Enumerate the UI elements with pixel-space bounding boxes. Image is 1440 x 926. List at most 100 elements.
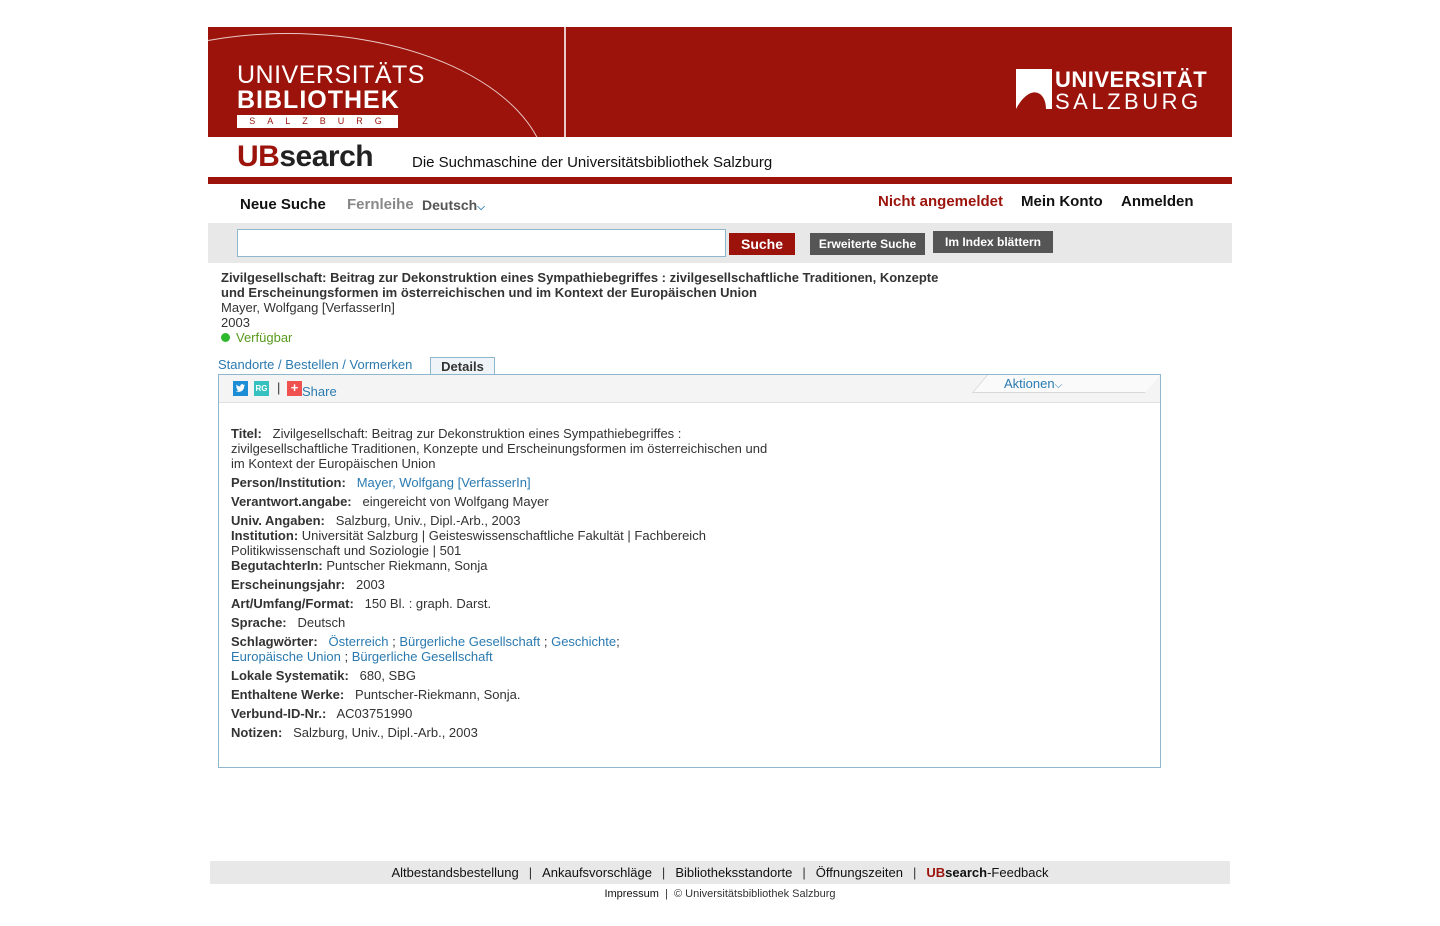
- language-value: Deutsch: [422, 197, 478, 213]
- feedback-mid: search: [945, 865, 988, 880]
- field-label: BegutachterIn:: [231, 558, 323, 573]
- field-value: Universität Salzburg | Geisteswissenscha…: [301, 528, 706, 543]
- footer-link[interactable]: Bibliotheksstandorte: [675, 865, 792, 880]
- field-value: Salzburg, Univ., Dipl.-Arb., 2003: [293, 725, 478, 740]
- share-toolbar: RG | + Share Aktionen⌵: [219, 375, 1160, 403]
- record-author: Mayer, Wolfgang [VerfasserIn]: [221, 300, 395, 315]
- field-language: Sprache: Deutsch: [231, 615, 791, 630]
- field-label: Verbund-ID-Nr.:: [231, 706, 327, 721]
- footer-separator: |: [664, 888, 668, 900]
- search-button[interactable]: Suche: [729, 233, 795, 255]
- record-year: 2003: [221, 315, 250, 330]
- university-logo-line2: SALZBURG: [1055, 89, 1202, 114]
- library-logo[interactable]: UNIVERSITÄTS BIBLIOTHEK SALZBURG: [237, 63, 425, 128]
- search-input[interactable]: [237, 229, 726, 257]
- field-reviewer: BegutachterIn: Puntscher Riekmann, Sonja: [231, 558, 791, 573]
- field-contained-works: Enthaltene Werke: Puntscher-Riekmann, So…: [231, 687, 791, 702]
- field-person: Person/Institution: Mayer, Wolfgang [Ver…: [231, 475, 791, 490]
- advanced-search-button[interactable]: Erweiterte Suche: [810, 233, 925, 255]
- subject-link[interactable]: Bürgerliche Gesellschaft: [399, 634, 540, 649]
- library-logo-line1: UNIVERSITÄTS: [237, 61, 425, 89]
- footer-separator: |: [661, 865, 666, 880]
- nav-interlibrary-loan[interactable]: Fernleihe: [347, 196, 414, 213]
- tagline: Die Suchmaschine der Universitätsbibliot…: [412, 154, 773, 171]
- subject-link[interactable]: Geschichte: [551, 634, 616, 649]
- login-status: Nicht angemeldet: [878, 193, 1004, 210]
- availability-dot-icon: [221, 333, 230, 342]
- subject-link[interactable]: Bürgerliche Gesellschaft: [352, 649, 493, 664]
- subject-link[interactable]: Europäische Union: [231, 649, 341, 664]
- person-link[interactable]: Mayer, Wolfgang [VerfasserIn]: [357, 475, 531, 490]
- field-value: Deutsch: [297, 615, 346, 630]
- copyright-line: Impressum | © Universitätsbibliothek Sal…: [0, 888, 1440, 900]
- field-value: eingereicht von Wolfgang Mayer: [362, 494, 549, 509]
- footer-separator: |: [802, 865, 806, 880]
- copyright-text: © Universitätsbibliothek Salzburg: [673, 888, 836, 900]
- library-logo-line2: BIBLIOTHEK: [237, 86, 400, 114]
- record-tabs: Standorte / Bestellen / Vormerken Detail…: [218, 357, 518, 375]
- top-nav: Neue Suche Fernleihe Deutsch⌵ Nicht ange…: [208, 184, 1232, 223]
- field-verbund-id: Verbund-ID-Nr.: AC03751990: [231, 706, 791, 721]
- tab-locations[interactable]: Standorte / Bestellen / Vormerken: [218, 357, 412, 372]
- actions-tab-bg: [971, 375, 1160, 393]
- footer-link[interactable]: Öffnungszeiten: [816, 865, 903, 880]
- field-value: Politikwissenschaft und Soziologie | 501: [231, 543, 462, 558]
- feedback-link[interactable]: UBsearch-Feedback: [926, 865, 1048, 880]
- nav-my-account[interactable]: Mein Konto: [1021, 193, 1103, 210]
- availability-label: Verfügbar: [236, 330, 293, 345]
- field-notes: Notizen: Salzburg, Univ., Dipl.-Arb., 20…: [231, 725, 791, 740]
- researchgate-icon[interactable]: RG: [254, 381, 269, 396]
- field-label: Univ. Angaben:: [231, 513, 325, 528]
- details-panel: RG | + Share Aktionen⌵ Titel: Zivilgesel…: [218, 374, 1161, 768]
- field-responsibility: Verantwort.angabe: eingereicht von Wolfg…: [231, 494, 791, 509]
- library-logo-line3: SALZBURG: [237, 115, 398, 128]
- nav-login[interactable]: Anmelden: [1121, 193, 1194, 210]
- twitter-icon[interactable]: [233, 381, 248, 396]
- field-year: Erscheinungsjahr: 2003: [231, 577, 791, 592]
- field-value: zivilgesellschaftliche Traditionen, Konz…: [231, 441, 768, 456]
- field-subjects: Schlagwörter: Österreich ; Bürgerliche G…: [231, 634, 620, 664]
- feedback-suffix: -Feedback: [987, 865, 1049, 880]
- feedback-prefix: UB: [926, 865, 946, 880]
- field-value: 150 Bl. : graph. Darst.: [364, 596, 492, 611]
- field-value: Zivilgesellschaft: Beitrag zur Dekonstru…: [272, 426, 682, 441]
- field-university: Univ. Angaben: Salzburg, Univ., Dipl.-Ar…: [231, 513, 791, 528]
- subject-link[interactable]: Österreich: [329, 634, 389, 649]
- nav-new-search[interactable]: Neue Suche: [240, 196, 326, 213]
- chevron-down-icon: ⌵: [477, 202, 485, 213]
- language-select[interactable]: Deutsch⌵: [422, 197, 485, 213]
- field-label: Erscheinungsjahr:: [231, 577, 346, 592]
- record-title-line2: und Erscheinungsformen im österreichisch…: [221, 285, 757, 300]
- field-title: Titel: Zivilgesellschaft: Beitrag zur De…: [231, 426, 791, 471]
- imprint-link[interactable]: Impressum: [604, 888, 658, 900]
- footer-links: Altbestandsbestellung | Ankaufsvorschläge |…: [210, 861, 1230, 884]
- field-value: Salzburg, Univ., Dipl.-Arb., 2003: [335, 513, 521, 528]
- field-value: AC03751990: [336, 706, 413, 721]
- toolbar-divider: |: [277, 380, 281, 395]
- chevron-down-icon: ⌵: [1054, 380, 1063, 391]
- footer-link[interactable]: Altbestandsbestellung: [391, 865, 518, 880]
- footer-separator: |: [528, 865, 533, 880]
- browse-index-button[interactable]: Im Index blättern: [933, 231, 1053, 253]
- tab-details[interactable]: Details: [430, 357, 495, 375]
- actions-label: Aktionen: [1004, 376, 1055, 391]
- field-institution: Institution: Universität Salzburg | Geis…: [231, 528, 791, 558]
- field-value: Puntscher-Riekmann, Sonja.: [355, 687, 521, 702]
- brand-prefix: UB: [237, 140, 280, 173]
- search-bar: Suche Erweiterte Suche Im Index blättern: [208, 223, 1232, 263]
- field-value: Puntscher Riekmann, Sonja: [326, 558, 488, 573]
- detail-fields: Titel: Zivilgesellschaft: Beitrag zur De…: [231, 426, 791, 744]
- page-header: UNIVERSITÄTS BIBLIOTHEK SALZBURG UNIVERS…: [208, 27, 1232, 263]
- field-label: Person/Institution:: [231, 475, 346, 490]
- field-value: 680, SBG: [359, 668, 416, 683]
- share-link[interactable]: Share: [302, 384, 337, 399]
- actions-dropdown[interactable]: Aktionen⌵: [1004, 376, 1062, 391]
- record-title-line1: Zivilgesellschaft: Beitrag zur Dekonstru…: [221, 270, 939, 285]
- footer-link[interactable]: Ankaufsvorschläge: [542, 865, 652, 880]
- field-label: Verantwort.angabe:: [231, 494, 352, 509]
- field-label: Notizen:: [231, 725, 283, 740]
- addthis-plus-icon[interactable]: +: [287, 381, 302, 396]
- ubsearch-logo[interactable]: UBsearch: [237, 140, 374, 174]
- field-label: Sprache:: [231, 615, 287, 630]
- record-summary: Zivilgesellschaft: Beitrag zur Dekonstru…: [221, 270, 951, 345]
